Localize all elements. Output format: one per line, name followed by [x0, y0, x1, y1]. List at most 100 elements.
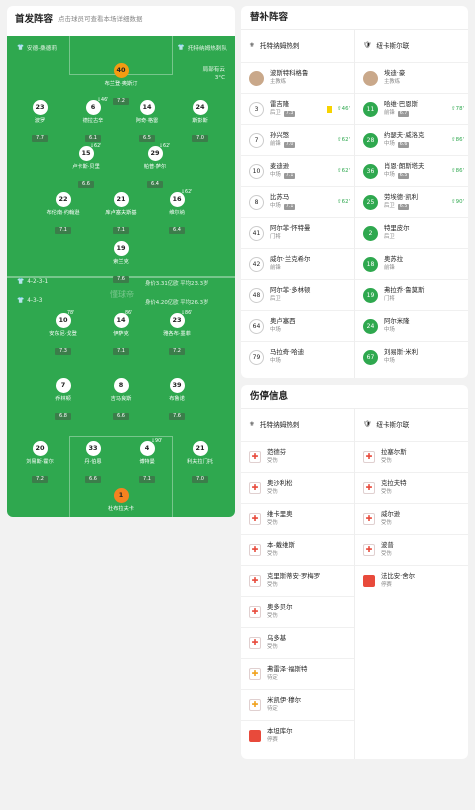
player-name: 利夫拉门托	[187, 459, 213, 465]
sub-row[interactable]: 42 威尔·兰克希尔 前锋	[241, 248, 354, 279]
sub-name: 马拉奇·哈迪	[270, 348, 304, 356]
injury-row[interactable]: ✚ 弗雷泽·福斯特 待定	[241, 658, 354, 689]
player-marker[interactable]: 20 刘易斯·霍尔 7.2	[20, 441, 60, 484]
injury-status: 受伤	[381, 489, 392, 495]
sub-row[interactable]: 3 雷吉隆 后卫 7.3 ⇧46'	[241, 93, 354, 124]
tottenham-logo-icon: ⚜	[249, 420, 255, 428]
injury-row[interactable]: ✚ 范德芬 受伤	[241, 441, 354, 472]
injury-row[interactable]: ✚ 波普 受伤	[355, 534, 468, 565]
player-marker[interactable]: 24 斯彭斯 7.0	[180, 100, 220, 143]
player-marker[interactable]: 23 波罗 7.7	[20, 100, 60, 143]
sub-row[interactable]: 67 刘易斯·米利 中场	[355, 341, 468, 372]
subs-team-left[interactable]: ⚜ 托特纳姆热刺	[241, 31, 354, 59]
injury-row[interactable]: ✚ 奥沙利松 受伤	[241, 472, 354, 503]
sub-row[interactable]: 24 阿尔米隆 中场	[355, 310, 468, 341]
player-marker[interactable]: 22 布伦南·约翰逊 7.1	[43, 192, 83, 235]
inj-team-left[interactable]: ⚜ 托特纳姆热刺	[241, 410, 354, 438]
sub-row[interactable]: 79 马拉奇·哈迪 中场	[241, 341, 354, 372]
subs-team-right[interactable]: 🛡 纽卡斯尔联	[355, 31, 468, 59]
sub-info: 奥苏拉 前锋	[384, 255, 403, 273]
sub-info: 哈维·巴恩斯 前锋 6.7	[384, 100, 418, 118]
coach-right[interactable]: 埃迪·豪 主教练	[355, 62, 468, 93]
player-name: 卢卡斯·贝里	[72, 164, 100, 170]
player-rating: 6.4	[169, 227, 185, 234]
sub-row[interactable]: 36 肖恩·朗斯塔夫 中场 6.5 ⇧86'	[355, 155, 468, 186]
away-formation: 👕 4-2-3-1	[17, 279, 49, 285]
player-number: 21	[192, 441, 208, 456]
sub-row[interactable]: 10 麦迪逊 中场 7.1 ⇧62'	[241, 155, 354, 186]
sub-rating: 7.3	[283, 110, 296, 117]
sub-row[interactable]: 25 劳埃德·凯利 后卫 6.5 ⇧90'	[355, 186, 468, 217]
player-marker[interactable]: 6 ⇩46' 德拉古辛 6.1	[73, 98, 113, 143]
sub-row[interactable]: 11 哈维·巴恩斯 前锋 6.7 ⇧78'	[355, 93, 468, 124]
injury-row[interactable]: ✚ 维卡里奥 受伤	[241, 503, 354, 534]
player-marker[interactable]: 21 库卢塞夫斯基 7.1	[101, 192, 141, 235]
injured-player-name: 克拉夫特	[381, 479, 407, 487]
player-marker[interactable]: 33 丹·伯恩 6.6	[73, 441, 113, 484]
shirt-number: 8	[249, 194, 264, 210]
sub-in-time: ⇧62'	[337, 199, 350, 205]
player-marker[interactable]: 16 ⇩62' 维尔纳 6.4	[157, 190, 197, 235]
injury-row[interactable]: ✚ 奥多贝尔 受伤	[241, 596, 354, 627]
injured-player-name: 本坦库尔	[267, 727, 293, 735]
injury-row[interactable]: ✚ 拉塞尔斯 受伤	[355, 441, 468, 472]
sub-row[interactable]: 7 孙兴慜 前锋 7.0 ⇧62'	[241, 124, 354, 155]
player-marker[interactable]: 7 乔林顿 6.8	[43, 378, 83, 421]
pitch: 👕 安德-桑德莉 👕 托特纳姆热刺队 局部有云 3°C 懂球帝 👕 4-2-3-1 身…	[7, 36, 235, 517]
player-marker[interactable]: 29 ⇩62' 帕普·萨尔 6.4	[135, 144, 175, 189]
injury-row[interactable]: ✚ 克拉夫特 受伤	[355, 472, 468, 503]
sub-row[interactable]: 48 阿尔菲·多林顿 后卫	[241, 279, 354, 310]
player-marker[interactable]: 19 索兰克 7.6	[101, 241, 141, 284]
sub-event: ⇩46'	[97, 98, 109, 103]
sub-row[interactable]: 64 奥卢塞西 中场	[241, 310, 354, 341]
player-number: 19	[113, 241, 129, 256]
player-name: 维尔纳	[169, 210, 185, 216]
injury-row[interactable]: ✚ 本-戴维斯 受伤	[241, 534, 354, 565]
player-name: 安东尼·戈登	[49, 331, 77, 337]
injury-row[interactable]: ✚ 乌多基 受伤	[241, 627, 354, 658]
player-marker[interactable]: 39 布鲁诺 7.6	[157, 378, 197, 421]
sub-info: 刘易斯·米利 中场	[384, 348, 418, 366]
player-rating: 7.1	[139, 476, 155, 483]
sub-event: ⇩62'	[90, 144, 102, 149]
position-label: 后卫	[270, 296, 281, 302]
player-marker[interactable]: 10 78' 安东尼·戈登 7.3	[43, 311, 83, 356]
coach-left[interactable]: 波斯特科格鲁 主教练	[241, 62, 354, 93]
shirt-number: 79	[249, 349, 264, 365]
player-marker[interactable]: 1杜布拉夫卡7.3	[101, 488, 141, 517]
player-marker[interactable]: 4 ⇩90' 博特曼 7.1	[127, 439, 167, 484]
sub-row[interactable]: 28 约瑟夫·威洛克 中场 6.6 ⇧86'	[355, 124, 468, 155]
shirt-number: 18	[363, 256, 378, 272]
player-marker[interactable]: 14 阿奇·格雷 6.5	[127, 100, 167, 143]
shirt-number: 11	[363, 101, 378, 117]
sub-row[interactable]: 19 弗拉乔·鲁莫斯 门将	[355, 279, 468, 310]
player-marker[interactable]: 14 86' 伊萨克 7.1	[101, 311, 141, 356]
sub-rating: 6.5	[397, 172, 410, 179]
player-rating: 7.6	[113, 276, 129, 283]
inj-team-right[interactable]: 🛡 纽卡斯尔联	[355, 410, 468, 438]
sub-row[interactable]: 18 奥苏拉 前锋	[355, 248, 468, 279]
player-marker[interactable]: 15 ⇩62' 卢卡斯·贝里 6.6	[66, 144, 106, 189]
sub-row[interactable]: 8 比苏马 中场 7.1 ⇧62'	[241, 186, 354, 217]
sub-name: 肖恩·朗斯塔夫	[384, 162, 425, 170]
injury-row[interactable]: ✚ 克里斯蒂安·罗梅罗 受伤	[241, 565, 354, 596]
sub-row[interactable]: 41 阿尔菲·怀特曼 门将	[241, 217, 354, 248]
sub-rating: 6.7	[397, 110, 410, 117]
player-rating: 7.1	[113, 227, 129, 234]
home-value: 身价4.20亿欧 平均26.3岁	[145, 300, 209, 306]
sub-name: 威尔·兰克希尔	[270, 255, 311, 263]
player-marker[interactable]: 21 利夫拉门托 7.0	[180, 441, 220, 484]
injury-cross-icon: ✚	[249, 544, 261, 556]
sub-row[interactable]: 2 特里皮尔 后卫	[355, 217, 468, 248]
sub-position: 门将	[270, 233, 310, 242]
player-marker[interactable]: 8 吉马良斯 6.6	[101, 378, 141, 421]
player-marker[interactable]: 23 ⇩86' 雅各布·墨菲 7.2	[157, 311, 197, 356]
lineup-title: 首发阵容	[15, 14, 54, 25]
injury-row[interactable]: ✚ 米凯伊·穆尔 待定	[241, 689, 354, 720]
sub-in-time: ⇧46'	[337, 106, 350, 112]
injury-row[interactable]: 本坦库尔 停赛	[241, 720, 354, 751]
lineup-card: 首发阵容 点击球员可查看本场详细数据 👕 安德-桑德莉 👕 托特纳姆热刺队 局部有云…	[7, 6, 235, 517]
sub-position: 前锋 7.0	[270, 140, 296, 149]
injury-row[interactable]: ✚ 威尔逊 受伤	[355, 503, 468, 534]
injury-row[interactable]: 法比安·舍尔 停赛	[355, 565, 468, 596]
